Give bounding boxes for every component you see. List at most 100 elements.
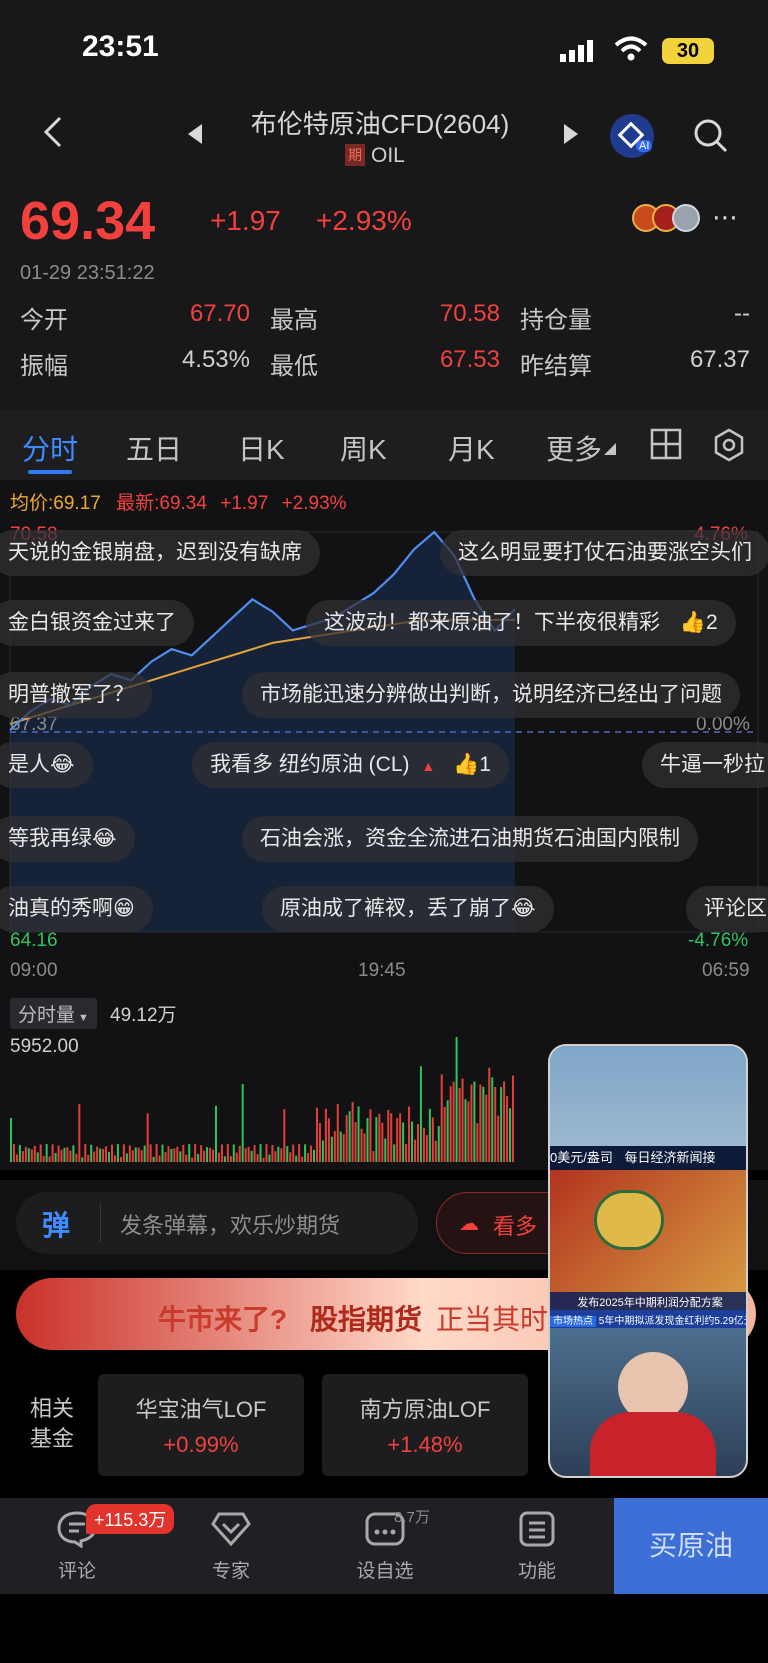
danmu-text: 油真的秀啊 bbox=[8, 897, 113, 920]
volume-bar bbox=[241, 1084, 244, 1162]
volume-bar bbox=[99, 1148, 102, 1162]
volume-bar bbox=[416, 1124, 419, 1162]
volume-bar bbox=[36, 1152, 39, 1162]
settings-icon[interactable] bbox=[712, 428, 746, 467]
layout-grid-icon[interactable] bbox=[650, 428, 682, 465]
volume-bar bbox=[220, 1144, 223, 1162]
instrument-code-label: OIL bbox=[371, 144, 405, 167]
danmu-text: 原油成了裤衩，丢了崩了 bbox=[280, 897, 511, 920]
tab-more[interactable]: 更多 bbox=[546, 428, 602, 468]
buy-oil-button[interactable]: 买原油 bbox=[614, 1498, 768, 1594]
volume-bar bbox=[437, 1126, 440, 1162]
danmu-bubble[interactable]: 原油成了裤衩，丢了崩了😂 bbox=[262, 886, 554, 932]
fund-change: +0.99% bbox=[163, 1432, 239, 1457]
volume-bar bbox=[66, 1147, 69, 1162]
danmu-bubble[interactable]: 石油会涨，资金全流进石油期货石油国内限制 bbox=[242, 816, 698, 862]
volume-bar bbox=[51, 1144, 54, 1162]
avatar bbox=[672, 204, 700, 232]
volume-bar bbox=[194, 1144, 197, 1162]
volume-bar bbox=[131, 1150, 134, 1162]
more-chevron-icon[interactable] bbox=[604, 442, 616, 460]
volume-bar bbox=[12, 1144, 15, 1162]
volume-bar bbox=[167, 1146, 170, 1162]
danmu-bubble[interactable]: 这么明显要打仗石油要涨空头们 bbox=[440, 530, 768, 576]
ai-assistant-icon[interactable]: AI bbox=[610, 114, 654, 158]
volume-bar bbox=[262, 1157, 265, 1162]
volume-bar bbox=[295, 1155, 298, 1162]
video-tag: 市场热点 bbox=[550, 1316, 596, 1327]
volume-bar bbox=[206, 1147, 209, 1162]
danmu-bubble[interactable]: 这波动！都来原油了！下半夜很精彩 👍2 bbox=[306, 600, 736, 646]
fund-card[interactable]: 华宝油气LOF +0.99% bbox=[98, 1374, 304, 1476]
tab-5day[interactable]: 五日 bbox=[126, 428, 182, 468]
volume-bar bbox=[339, 1131, 342, 1162]
expert-tab[interactable]: 专家 bbox=[186, 1510, 276, 1583]
price-line-chart bbox=[9, 530, 759, 933]
floating-video-player[interactable]: 0美元/盎司 每日经济新闻接 发布2025年中期利润分配方案 市场热点 5年中期… bbox=[548, 1044, 748, 1478]
danmu-bubble[interactable]: 金白银资金过来了 bbox=[0, 600, 194, 646]
more-icon[interactable]: ⋯ bbox=[712, 202, 738, 233]
back-icon[interactable] bbox=[42, 116, 64, 153]
volume-bar bbox=[387, 1109, 390, 1162]
pct-axis-bottom: -4.76% bbox=[688, 930, 749, 951]
volume-bar bbox=[342, 1134, 345, 1162]
volume-bar bbox=[479, 1084, 482, 1162]
tab-weekly-k[interactable]: 周K bbox=[340, 428, 387, 468]
danmu-bubble[interactable]: 我看多 纽约原油 (CL) ▲ 👍1 bbox=[192, 742, 509, 788]
volume-bar bbox=[301, 1156, 304, 1162]
fund-card[interactable]: 南方原油LOF +1.48% bbox=[322, 1374, 528, 1476]
chart-legend: 均价:69.17 最新:69.34 +1.97 +2.93% bbox=[10, 488, 347, 515]
volume-bar bbox=[399, 1113, 402, 1162]
danmu-bubble[interactable]: 是人😂 bbox=[0, 742, 93, 788]
quote-time: 01-29 23:51:22 bbox=[20, 262, 155, 284]
comment-label: 评论 bbox=[57, 1561, 96, 1582]
danmu-bubble[interactable]: 天说的金银崩盘，迟到没有缺席 bbox=[0, 530, 320, 576]
danmu-bubble[interactable]: 等我再绿😂 bbox=[0, 816, 135, 862]
volume-bar bbox=[185, 1154, 188, 1162]
danmu-placeholder: 发条弹幕，欢乐炒期货 bbox=[120, 1213, 341, 1238]
danmu-input[interactable]: 弹 发条弹幕，欢乐炒期货 bbox=[16, 1192, 418, 1254]
tab-monthly-k[interactable]: 月K bbox=[448, 428, 495, 468]
danmu-bubble[interactable]: 市场能迅速分辨做出判断，说明经济已经出了问题 bbox=[242, 672, 740, 718]
expert-label: 专家 bbox=[211, 1561, 250, 1582]
volume-bar bbox=[408, 1106, 411, 1162]
volume-bar bbox=[345, 1114, 348, 1162]
volume-bar bbox=[60, 1149, 63, 1162]
video-ticker: 0美元/盎司 每日经济新闻接 bbox=[550, 1146, 746, 1170]
volume-bar bbox=[268, 1154, 271, 1162]
danmu-bubble[interactable]: 油真的秀啊😁 bbox=[0, 886, 153, 932]
avatar-group[interactable] bbox=[632, 204, 704, 232]
search-icon[interactable] bbox=[693, 118, 729, 159]
page-title: 布伦特原油CFD(2604) bbox=[250, 109, 510, 139]
volume-bar bbox=[369, 1109, 372, 1162]
watchlist-count: 8.7万 bbox=[394, 1509, 430, 1526]
volume-bar bbox=[235, 1152, 238, 1162]
volume-bar bbox=[96, 1146, 99, 1162]
next-contract-icon[interactable] bbox=[562, 124, 578, 149]
volume-bar bbox=[209, 1147, 212, 1162]
last-price-label: 最新:69.34 bbox=[116, 493, 207, 514]
volume-bar bbox=[238, 1145, 241, 1162]
volume-bar bbox=[158, 1155, 161, 1162]
danmu-toggle-icon[interactable]: 弹 bbox=[42, 1204, 70, 1244]
fund-name: 华宝油气LOF bbox=[135, 1397, 267, 1422]
bullish-label: 看多 bbox=[493, 1214, 538, 1239]
volume-selector[interactable]: 分时量 ▼ bbox=[10, 998, 97, 1029]
danmu-bubble[interactable]: 牛逼一秒拉 bbox=[642, 742, 768, 788]
volume-bar bbox=[327, 1118, 330, 1162]
tab-daily-k[interactable]: 日K bbox=[238, 428, 285, 468]
danmu-bubble[interactable]: 评论区 bbox=[686, 886, 768, 932]
danmu-bubble[interactable]: 明普撤军了？ bbox=[0, 672, 152, 718]
volume-bar bbox=[75, 1153, 78, 1162]
grin-emoji-icon: 😁 bbox=[113, 897, 135, 920]
related-funds-label: 相关基金 bbox=[30, 1396, 75, 1451]
volume-bar bbox=[179, 1151, 182, 1162]
volume-bar bbox=[122, 1144, 125, 1162]
battery-icon: 30 bbox=[662, 38, 714, 64]
stat-label: 持仓量 bbox=[520, 307, 592, 334]
tab-intraday[interactable]: 分时 bbox=[22, 428, 78, 468]
video-anchor-scene bbox=[550, 1328, 746, 1476]
status-time: 23:51 bbox=[82, 30, 159, 63]
functions-tab[interactable]: 功能 bbox=[492, 1510, 582, 1583]
volume-bar bbox=[509, 1108, 512, 1162]
